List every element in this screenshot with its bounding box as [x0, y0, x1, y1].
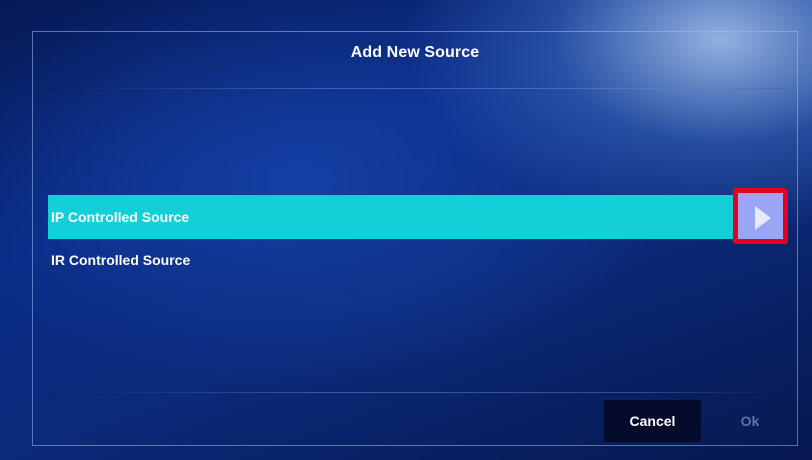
list-item-ir-controlled-source[interactable]: IR Controlled Source [48, 238, 790, 282]
footer-divider [49, 392, 783, 393]
source-list: IP Controlled Source IR Controlled Sourc… [48, 195, 790, 282]
list-item-label: IR Controlled Source [51, 252, 191, 268]
list-item-label: IP Controlled Source [51, 209, 190, 225]
next-arrow-button[interactable] [733, 188, 788, 244]
ok-button[interactable]: Ok [703, 400, 797, 442]
play-arrow-icon [755, 206, 771, 230]
screen-background: Add New Source IP Controlled Source IR C… [0, 0, 812, 460]
dialog-title: Add New Source [350, 44, 480, 61]
header-divider [49, 88, 783, 89]
cancel-button[interactable]: Cancel [604, 400, 701, 442]
list-item-ip-controlled-source[interactable]: IP Controlled Source [48, 195, 739, 239]
